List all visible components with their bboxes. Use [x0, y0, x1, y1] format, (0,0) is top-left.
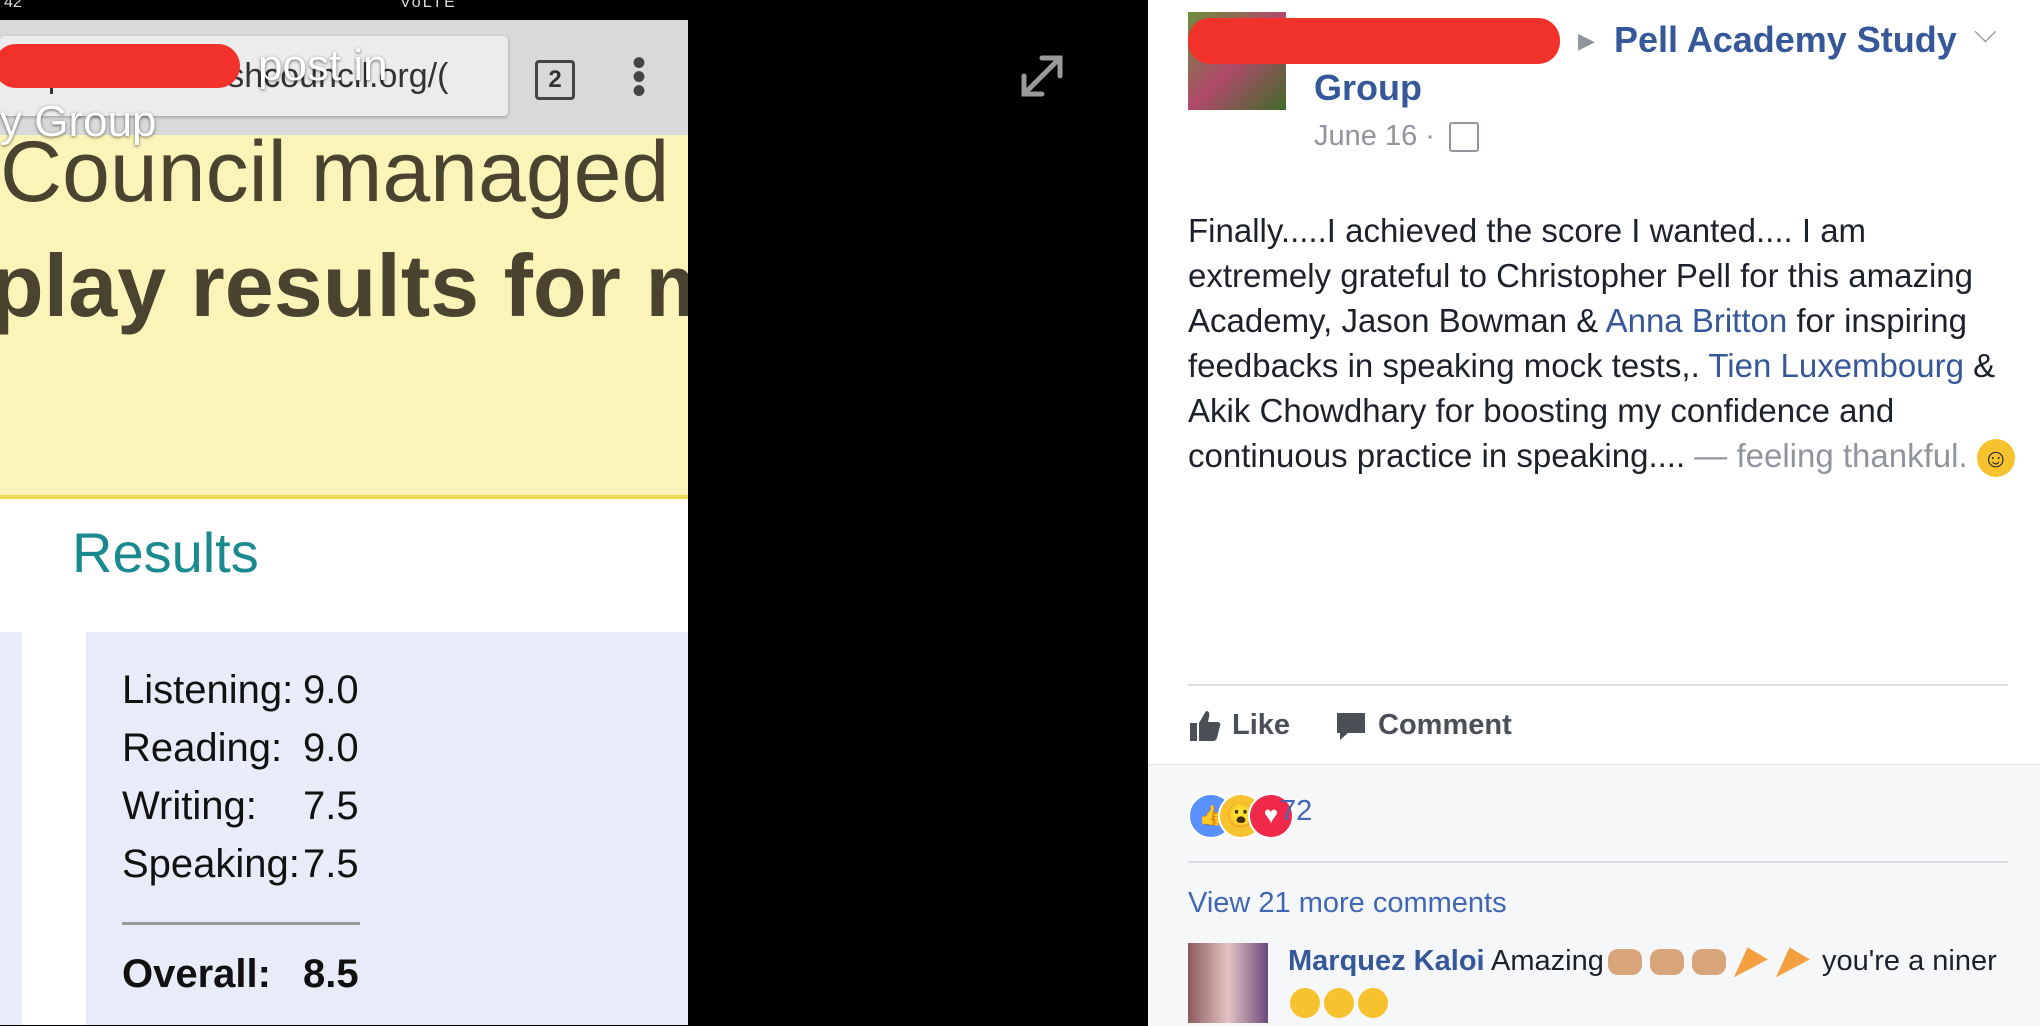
score-row: Speaking: 7.5	[122, 842, 359, 887]
post-date[interactable]: June 16 ·	[1314, 120, 1435, 152]
post-meta: June 16 ·	[1314, 120, 1479, 153]
score-value: 7.5	[303, 784, 359, 828]
comment-author[interactable]: Marquez Kaloi	[1288, 945, 1485, 977]
score-label: Reading:	[122, 726, 283, 770]
score-value: 9.0	[303, 668, 359, 712]
laughing-emoji-icon	[1290, 988, 1320, 1019]
status-network: VoLTE	[400, 0, 457, 11]
thumbs-up-icon	[1190, 711, 1221, 742]
tabs-count-icon: 2	[535, 60, 575, 100]
like-button[interactable]: Like	[1188, 700, 1290, 750]
score-label: Speaking:	[122, 842, 300, 886]
smile-emoji-icon: ☺	[1976, 439, 2015, 478]
score-value: 9.0	[303, 726, 359, 770]
scores-box: Listening: 9.0 Reading: 9.0 Writing: 7.5 Sp…	[86, 632, 688, 1025]
overall-value: 8.5	[303, 952, 359, 996]
overall-label: Overall:	[122, 952, 271, 996]
commenter-avatar[interactable]	[1188, 943, 1268, 1023]
score-row: Reading: 9.0	[122, 726, 359, 771]
redaction-mark	[0, 44, 240, 88]
view-more-comments-link[interactable]: View 21 more comments	[1188, 887, 1507, 920]
score-label: Writing:	[122, 784, 257, 828]
comment-text-part: you're a niner	[1813, 945, 1997, 977]
expand-icon[interactable]	[1016, 50, 1068, 102]
banner-line-2: play results for mo	[0, 236, 688, 335]
divider	[1188, 684, 2008, 686]
comment-button[interactable]: Comment	[1334, 700, 1512, 750]
divider	[1188, 861, 2008, 863]
post-panel: ▶ Pell Academy Study Group ⌵ June 16 · F…	[1148, 0, 2040, 1026]
fist-bump-emoji-icon	[1607, 949, 1642, 976]
fist-bump-emoji-icon	[1691, 949, 1726, 976]
reaction-count[interactable]: 72	[1280, 795, 1312, 828]
feeling-text: — feeling thankful.	[1694, 437, 1968, 474]
group-name-link[interactable]: Pell Academy Study Group	[1314, 16, 1994, 112]
score-row: Writing: 7.5	[122, 784, 359, 829]
tagged-user-link[interactable]: Tien Luxembourg	[1708, 347, 1964, 384]
score-row: Listening: 9.0	[122, 668, 359, 713]
tagged-user-link[interactable]: Anna Britton	[1606, 302, 1788, 339]
photo-viewer: 42 VoLTE https://ieltsbritishcouncil.org…	[0, 0, 1148, 1025]
results-side-strip	[0, 632, 22, 1025]
score-label: Listening:	[122, 668, 294, 712]
party-popper-emoji-icon	[1775, 947, 1810, 978]
comment: Marquez Kaloi Amazing you're a niner	[1288, 941, 2008, 1023]
photo[interactable]: 42 VoLTE https://ieltsbritishcouncil.org…	[0, 0, 688, 1025]
results-banner: Council managed play results for mo	[0, 135, 688, 499]
chevron-down-icon[interactable]: ⌵	[1974, 16, 1997, 50]
party-popper-emoji-icon	[1733, 947, 1768, 978]
score-divider	[122, 922, 360, 925]
laughing-emoji-icon	[1324, 988, 1354, 1019]
caption-line-1: post in	[258, 41, 388, 90]
like-label: Like	[1232, 709, 1291, 741]
score-value: 7.5	[303, 842, 359, 886]
results-title: Results	[72, 521, 259, 584]
phone-status-bar: 42 VoLTE	[0, 0, 688, 20]
status-time: 42	[4, 0, 22, 11]
overall-score-row: Overall: 8.5	[122, 952, 359, 997]
group-audience-icon	[1448, 122, 1479, 153]
comment-text-part: Amazing	[1484, 945, 1604, 977]
comment-icon	[1337, 713, 1365, 741]
comments-section: 👍 😮 ♥ 72 View 21 more comments Marquez K…	[1148, 764, 2040, 1026]
laughing-emoji-icon	[1358, 988, 1388, 1019]
menu-dots-icon: • • •	[632, 41, 647, 113]
fist-bump-emoji-icon	[1649, 949, 1684, 976]
caption-line-2: y Group	[0, 97, 157, 146]
comment-label: Comment	[1378, 709, 1512, 741]
post-text: Finally.....I achieved the score I wante…	[1188, 208, 2018, 478]
